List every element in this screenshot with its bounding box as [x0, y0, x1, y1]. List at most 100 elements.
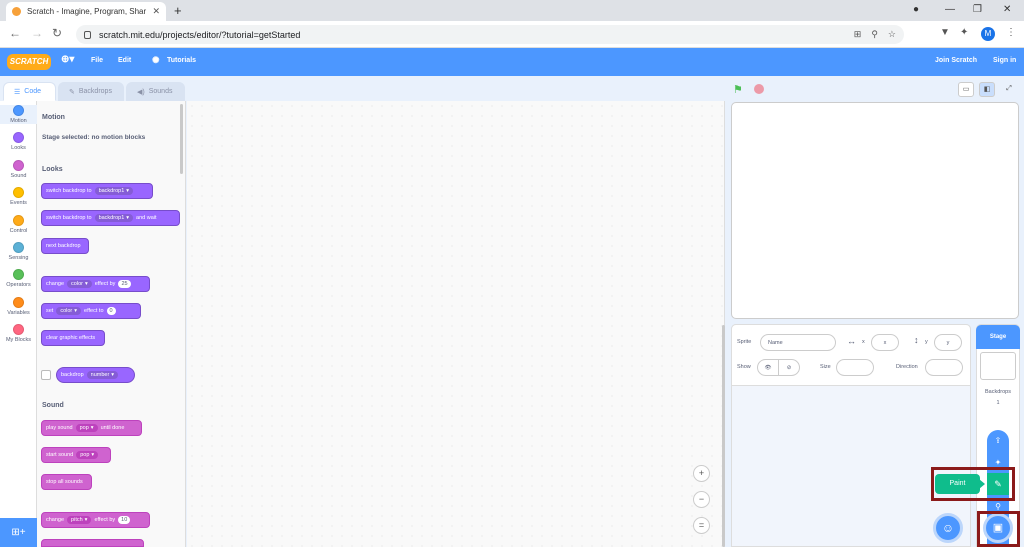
- sound-dropdown[interactable]: pop ▾: [75, 424, 98, 432]
- category-variables[interactable]: Variables: [0, 296, 37, 316]
- motion-note: Stage selected: no motion blocks: [42, 134, 146, 141]
- next-backdrop-block[interactable]: next backdrop: [41, 238, 89, 254]
- stage-canvas[interactable]: [731, 102, 1019, 319]
- block-text: and wait: [136, 215, 157, 221]
- backdrop-prop-dropdown[interactable]: number ▾: [86, 371, 119, 379]
- puzzle-icon[interactable]: ✦: [960, 27, 968, 38]
- play-sound-block[interactable]: play sound pop ▾ until done: [41, 420, 142, 436]
- backdrop-dropdown[interactable]: backdrop1 ▾: [94, 187, 134, 195]
- backdrop-monitor-checkbox[interactable]: [41, 370, 51, 380]
- join-scratch-link[interactable]: Join Scratch: [935, 57, 977, 64]
- category-label: Sound: [10, 172, 27, 179]
- fullscreen-icon[interactable]: ⤢: [1001, 82, 1017, 97]
- switch-backdrop-wait-block[interactable]: switch backdrop to backdrop1 ▾ and wait: [41, 210, 180, 226]
- tab-sounds[interactable]: ◀) Sounds: [126, 82, 185, 101]
- zoom-reset-icon[interactable]: =: [693, 517, 710, 534]
- kebab-menu-icon[interactable]: ⋮: [1006, 27, 1016, 38]
- direction-field[interactable]: [925, 359, 963, 376]
- url-bar[interactable]: scratch.mit.edu/projects/editor/?tutoria…: [76, 25, 904, 44]
- edit-menu[interactable]: Edit: [118, 57, 131, 64]
- stop-all-sounds-block[interactable]: stop all sounds: [41, 474, 92, 490]
- effect-dropdown[interactable]: color ▾: [56, 307, 82, 315]
- bookmark-star-icon[interactable]: ☆: [888, 29, 896, 40]
- category-label: Variables: [7, 309, 30, 316]
- stage-thumbnail[interactable]: [980, 352, 1016, 380]
- code-workspace[interactable]: [187, 101, 725, 547]
- tab-backdrops-label: Backdrops: [78, 88, 112, 95]
- zoom-out-icon[interactable]: −: [693, 491, 710, 508]
- set-pitch-block[interactable]: [41, 539, 144, 547]
- forward-icon[interactable]: →: [31, 26, 43, 40]
- category-looks[interactable]: Looks: [0, 132, 37, 151]
- scratch-logo[interactable]: SCRATCH: [7, 54, 51, 70]
- tab-sounds-label: Sounds: [148, 88, 173, 95]
- size-field[interactable]: [836, 359, 874, 376]
- green-flag-icon[interactable]: ⚑: [733, 83, 743, 96]
- choose-sprite-icon[interactable]: ☺: [933, 513, 963, 543]
- upload-backdrop-icon[interactable]: ⇪: [987, 430, 1009, 452]
- effect-dropdown[interactable]: color ▾: [67, 280, 92, 288]
- category-events[interactable]: Events: [0, 187, 37, 206]
- new-tab-icon[interactable]: +: [174, 3, 182, 18]
- category-my-blocks[interactable]: My Blocks: [0, 324, 37, 343]
- tab-code[interactable]: ☰ Code: [3, 82, 56, 101]
- y-field[interactable]: y: [934, 334, 962, 351]
- category-sensing[interactable]: Sensing: [0, 242, 37, 261]
- x-arrows-icon: ↔: [847, 336, 856, 346]
- profile-menu-icon[interactable]: ●: [913, 4, 919, 15]
- x-field[interactable]: x: [871, 334, 899, 351]
- pitch-value-input[interactable]: 10: [118, 516, 131, 524]
- avatar[interactable]: M: [981, 27, 995, 41]
- maximize-icon[interactable]: ❐: [973, 4, 982, 15]
- back-icon[interactable]: ←: [9, 26, 21, 40]
- change-pitch-block[interactable]: change pitch ▾ effect by 10: [41, 512, 150, 528]
- sprite-label: Sprite: [737, 339, 752, 345]
- effect-value-input[interactable]: 25: [118, 280, 131, 288]
- translate-icon[interactable]: ⊞: [854, 29, 862, 40]
- category-operators[interactable]: Operators: [0, 269, 37, 288]
- file-menu[interactable]: File: [91, 57, 103, 64]
- large-stage-icon[interactable]: ◧: [979, 82, 995, 97]
- start-sound-block[interactable]: start sound pop ▾: [41, 447, 111, 463]
- block-text: start sound: [46, 452, 74, 458]
- close-window-icon[interactable]: ✕: [1003, 4, 1011, 15]
- backdrop-dropdown[interactable]: backdrop1 ▾: [94, 214, 134, 222]
- sound-dropdown[interactable]: pop ▾: [76, 451, 99, 459]
- change-effect-block[interactable]: change color ▾ effect by 25: [41, 276, 150, 292]
- category-control[interactable]: Control: [0, 214, 37, 234]
- extension-icon[interactable]: ▼: [940, 27, 950, 38]
- category-label: Motion: [10, 118, 27, 124]
- small-stage-icon[interactable]: ▭: [958, 82, 974, 97]
- set-effect-block[interactable]: set color ▾ effect to 0: [41, 303, 141, 319]
- category-sound[interactable]: Sound: [0, 159, 37, 179]
- dropdown-value: number: [90, 372, 110, 378]
- dropdown-value: pop: [79, 425, 89, 431]
- category-dot-icon: [13, 296, 24, 308]
- switch-backdrop-block[interactable]: switch backdrop to backdrop1 ▾: [41, 183, 153, 199]
- zoom-in-icon[interactable]: +: [693, 465, 710, 482]
- tab-backdrops[interactable]: ✎ Backdrops: [58, 82, 124, 101]
- show-visible-icon[interactable]: 👁: [757, 359, 779, 376]
- clear-effects-block[interactable]: clear graphic effects: [41, 330, 105, 346]
- show-hidden-icon[interactable]: ⊘: [778, 359, 800, 376]
- block-text: switch backdrop to: [46, 188, 92, 194]
- tutorials-menu[interactable]: Tutorials: [167, 57, 196, 64]
- category-motion[interactable]: Motion: [0, 105, 37, 124]
- sound-effect-dropdown[interactable]: pitch ▾: [67, 516, 92, 524]
- minimize-icon[interactable]: —: [945, 4, 955, 15]
- stop-icon[interactable]: [754, 84, 764, 94]
- globe-icon[interactable]: ⊕▾: [61, 54, 74, 65]
- category-dot-icon: [13, 159, 24, 171]
- sprite-name-field[interactable]: Name: [760, 334, 836, 351]
- browser-tab[interactable]: Scratch - Imagine, Program, Shar ✕: [6, 2, 166, 21]
- zoom-icon[interactable]: ⚲: [871, 29, 878, 40]
- close-tab-icon[interactable]: ✕: [152, 6, 160, 17]
- effect-value-input[interactable]: 0: [106, 307, 116, 315]
- add-extension-icon[interactable]: ⊞+: [0, 518, 37, 547]
- sign-in-link[interactable]: Sign in: [993, 57, 1016, 64]
- reload-icon[interactable]: ↻: [52, 26, 62, 40]
- backdrop-reporter-block[interactable]: backdrop number ▾: [56, 367, 135, 383]
- workspace-scrollbar[interactable]: [722, 325, 725, 547]
- palette-scrollbar[interactable]: [180, 104, 183, 174]
- block-text: effect to: [84, 308, 104, 314]
